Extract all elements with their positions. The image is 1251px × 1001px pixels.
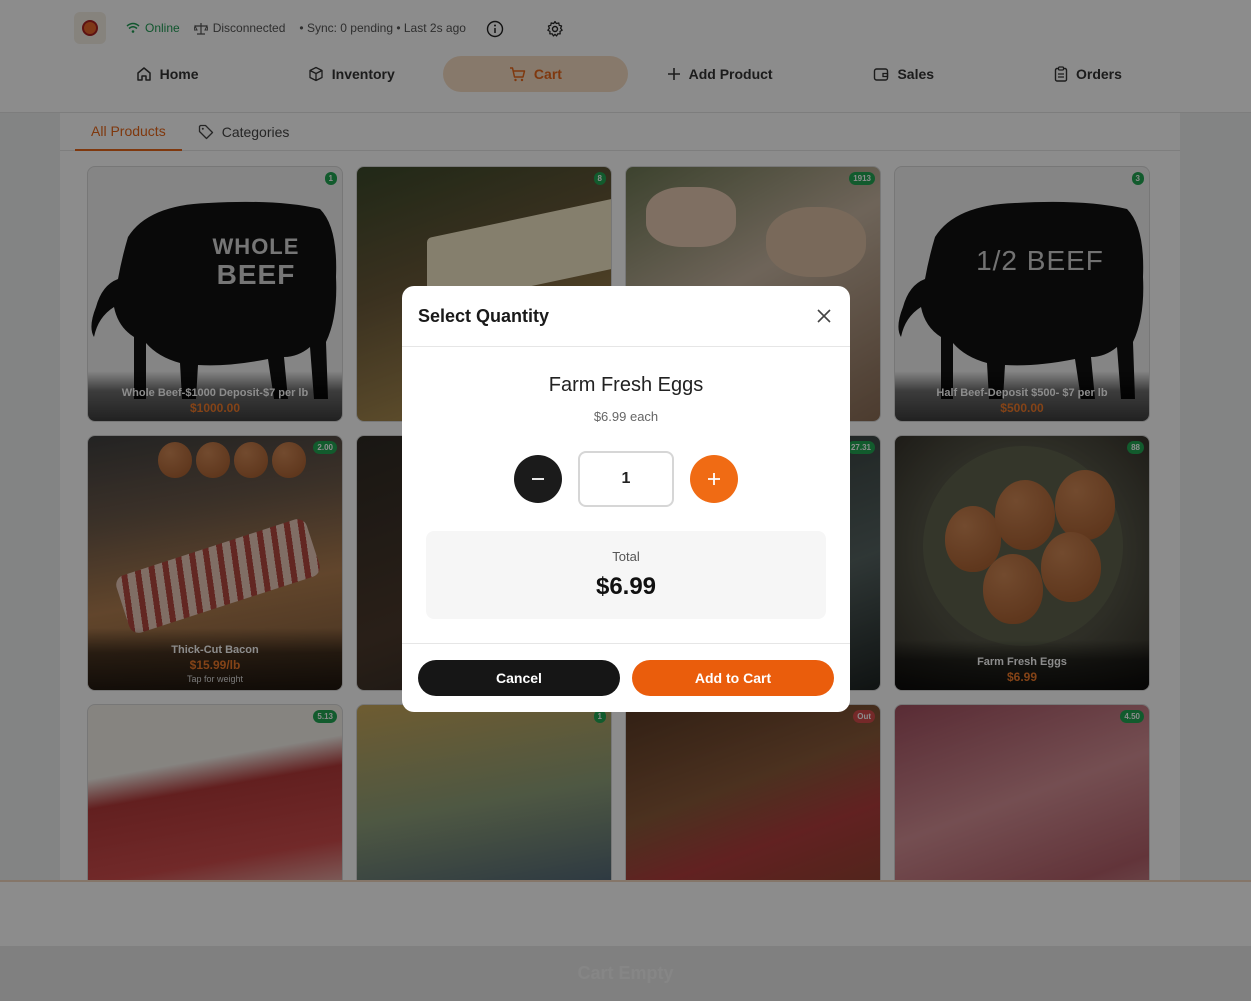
total-value: $6.99 <box>595 573 657 600</box>
quantity-dialog: Select Quantity Farm Fresh Eggs $6.99 ea… <box>402 286 850 712</box>
quantity-stepper <box>514 451 738 507</box>
quantity-input[interactable] <box>578 451 674 507</box>
add-to-cart-button[interactable]: Add to Cart <box>632 660 834 696</box>
dialog-product-name: Farm Fresh Eggs <box>548 374 704 396</box>
plus-icon <box>708 473 720 485</box>
dialog-unit-price: $6.99 each <box>593 409 659 424</box>
dialog-header: Select Quantity <box>402 286 850 347</box>
cancel-button[interactable]: Cancel <box>418 660 620 696</box>
total-panel: Total $6.99 <box>426 531 826 619</box>
close-icon[interactable] <box>814 306 834 326</box>
increment-button[interactable] <box>690 455 738 503</box>
minus-icon <box>532 478 544 480</box>
decrement-button[interactable] <box>514 455 562 503</box>
dialog-title: Select Quantity <box>418 305 550 326</box>
dialog-footer: Cancel Add to Cart <box>402 643 850 712</box>
total-label: Total <box>612 549 640 564</box>
